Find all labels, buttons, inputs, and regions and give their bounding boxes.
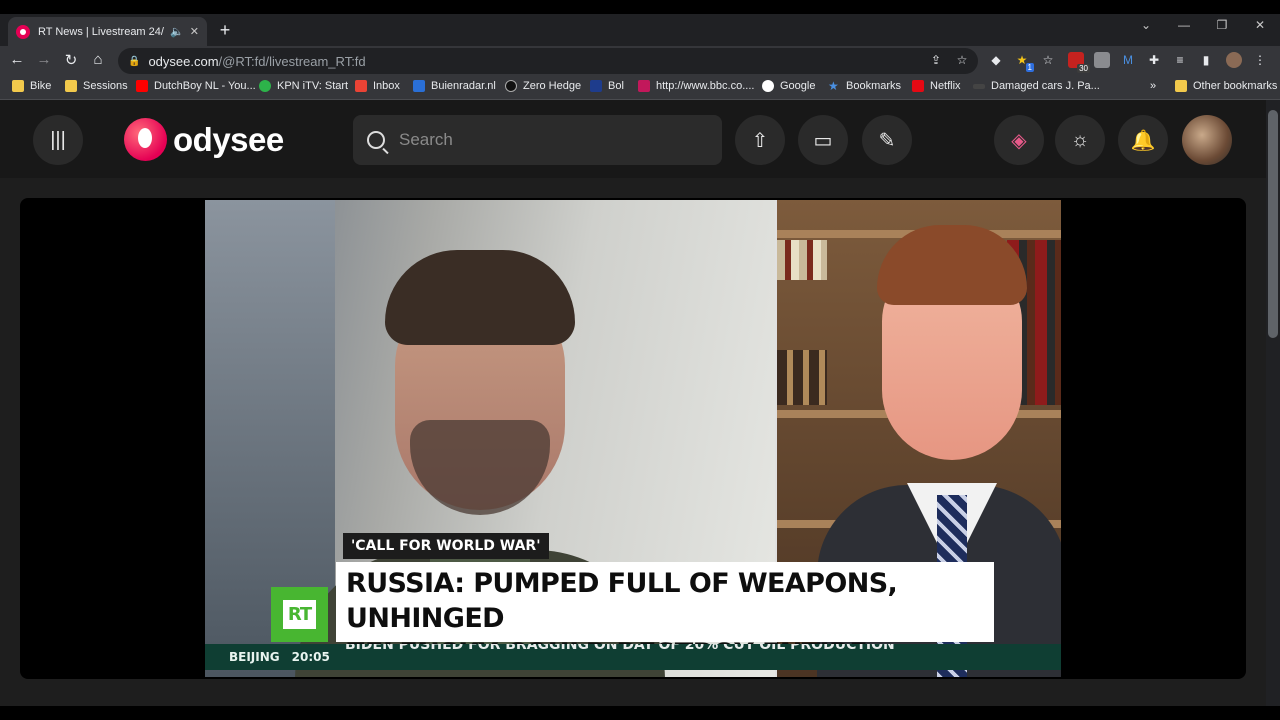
bookmark-item[interactable]: ★ Bookmarks bbox=[828, 80, 901, 92]
star-icon: ★ bbox=[828, 79, 839, 93]
share-icon[interactable]: ⇪ bbox=[928, 52, 944, 68]
news-tagline: 'CALL FOR WORLD WAR' bbox=[343, 533, 549, 559]
netflix-icon bbox=[912, 80, 924, 92]
go-live-camera-icon[interactable]: ▭ bbox=[798, 115, 848, 165]
bbc-icon bbox=[638, 80, 650, 92]
odysee-header: ||| odysee ⇧ ▭ ✎ ◈ ☼ 🔔 bbox=[0, 100, 1266, 178]
bookmark-item[interactable]: Inbox bbox=[355, 80, 400, 92]
url-path: /@RT:fd/livestream_RT:fd bbox=[218, 53, 366, 69]
kebab-menu-icon[interactable]: ⋮ bbox=[1252, 52, 1268, 68]
upload-icon[interactable]: ⇧ bbox=[735, 115, 785, 165]
home-icon[interactable]: ⌂ bbox=[87, 51, 109, 68]
bol-icon bbox=[590, 80, 602, 92]
tab-title: RT News | Livestream 24/7 bbox=[38, 25, 165, 38]
ublock-badge: 30 bbox=[1077, 64, 1090, 73]
ublock-icon[interactable]: 30 bbox=[1068, 52, 1090, 73]
tab-strip: RT News | Livestream 24/7 🔈 ✕ + ⌄ — ❐ ✕ bbox=[0, 14, 1280, 46]
search-bar[interactable] bbox=[353, 115, 722, 165]
bookmarks-bar: Bike Sessions DutchBoy NL - You... KPN i… bbox=[0, 76, 1280, 100]
notifications-bell-icon[interactable]: 🔔 bbox=[1118, 115, 1168, 165]
extension-badge: 1 bbox=[1025, 63, 1034, 72]
odysee-logo[interactable]: odysee bbox=[124, 118, 284, 161]
ticker-time: 20:05 bbox=[291, 650, 330, 664]
bookmark-item[interactable]: Bike bbox=[12, 80, 51, 92]
address-bar[interactable]: 🔒 odysee.com/@RT:fd/livestream_RT:fd bbox=[118, 48, 978, 74]
video-player[interactable]: 'CALL FOR WORLD WAR' RT RUSSIA: PUMPED F… bbox=[20, 198, 1246, 679]
menu-hamburger-icon[interactable]: ||| bbox=[33, 115, 83, 165]
outline-star-icon[interactable]: ☆ bbox=[1040, 52, 1056, 68]
headline-line-1: RUSSIA: PUMPED FULL OF WEAPONS, UNHINGED bbox=[346, 568, 898, 634]
odysee-mascot-icon bbox=[124, 118, 167, 161]
media-queue-icon[interactable]: ≡ bbox=[1172, 52, 1188, 68]
reload-icon[interactable]: ↻ bbox=[60, 51, 82, 69]
side-panel-icon[interactable]: ▮ bbox=[1198, 52, 1214, 68]
bookmark-item[interactable]: Bol bbox=[590, 80, 624, 92]
new-tab-button[interactable]: + bbox=[214, 20, 236, 41]
buienradar-icon bbox=[413, 80, 425, 92]
search-input[interactable] bbox=[399, 130, 699, 150]
minimize-button[interactable]: — bbox=[1166, 18, 1202, 32]
profile-avatar-icon[interactable] bbox=[1226, 52, 1242, 68]
user-avatar[interactable] bbox=[1182, 115, 1232, 165]
rt-logo: RT bbox=[271, 587, 328, 642]
folder-icon bbox=[12, 80, 24, 92]
folder-icon bbox=[65, 80, 77, 92]
bookmark-item[interactable]: KPN iTV: Start bbox=[259, 80, 348, 92]
grey-extension-icon[interactable] bbox=[1094, 52, 1110, 68]
other-bookmarks[interactable]: Other bookmarks bbox=[1175, 80, 1277, 92]
car-icon bbox=[973, 83, 985, 89]
close-tab-icon[interactable]: ✕ bbox=[190, 25, 199, 38]
google-icon bbox=[762, 80, 774, 92]
bookmark-item[interactable]: Netflix bbox=[912, 80, 961, 92]
bookmark-item[interactable]: Sessions bbox=[65, 80, 128, 92]
logo-text: odysee bbox=[173, 120, 284, 158]
ticker-city: BEIJING bbox=[229, 650, 280, 664]
malwarebytes-icon[interactable]: M bbox=[1120, 52, 1136, 68]
livestream-video[interactable]: 'CALL FOR WORLD WAR' RT RUSSIA: PUMPED F… bbox=[205, 200, 1061, 677]
speaker-icon[interactable]: 🔈 bbox=[170, 25, 184, 38]
bookmark-item[interactable]: Damaged cars J. Pa... bbox=[973, 80, 1100, 92]
bookmark-star-icon[interactable]: ☆ bbox=[954, 52, 970, 68]
scrollbar-thumb[interactable] bbox=[1268, 110, 1278, 338]
lock-icon: 🔒 bbox=[128, 55, 141, 67]
folder-icon bbox=[1175, 80, 1187, 92]
bookmark-item[interactable]: Buienradar.nl bbox=[413, 80, 496, 92]
browser-toolbar: ← → ↻ ⌂ 🔒 odysee.com/@RT:fd/livestream_R… bbox=[0, 46, 1280, 76]
wallet-icon[interactable]: ◈ bbox=[994, 115, 1044, 165]
theme-sun-icon[interactable]: ☼ bbox=[1055, 115, 1105, 165]
bookmark-item[interactable]: Google bbox=[762, 80, 815, 92]
forward-arrow-icon[interactable]: → bbox=[33, 51, 55, 68]
rt-logo-text: RT bbox=[282, 600, 317, 629]
bookmark-item[interactable]: http://www.bbc.co.... bbox=[638, 80, 754, 92]
restore-button[interactable]: ❐ bbox=[1204, 18, 1240, 32]
page-scrollbar[interactable] bbox=[1266, 100, 1280, 706]
page-content: 'CALL FOR WORLD WAR' RT RUSSIA: PUMPED F… bbox=[0, 178, 1266, 706]
bookmark-item[interactable]: Zero Hedge bbox=[505, 80, 581, 92]
bookmark-item[interactable]: DutchBoy NL - You... bbox=[136, 80, 256, 92]
extension-star-icon[interactable]: ★ 1 bbox=[1014, 52, 1034, 72]
bookmarks-overflow-button[interactable]: » bbox=[1150, 80, 1156, 92]
zerohedge-icon bbox=[505, 80, 517, 92]
kpn-icon bbox=[259, 80, 271, 92]
browser-window: RT News | Livestream 24/7 🔈 ✕ + ⌄ — ❐ ✕ … bbox=[0, 14, 1280, 706]
tab-active[interactable]: RT News | Livestream 24/7 🔈 ✕ bbox=[8, 17, 207, 46]
news-ticker: BEIJING 20:05 BIDEN PUSHED FOR BRAGGING … bbox=[205, 644, 1061, 670]
url-host: odysee.com bbox=[148, 53, 219, 69]
back-arrow-icon[interactable]: ← bbox=[6, 51, 28, 68]
post-feather-icon[interactable]: ✎ bbox=[862, 115, 912, 165]
odysee-favicon-icon bbox=[16, 24, 30, 39]
search-icon bbox=[367, 131, 385, 149]
news-headline: RUSSIA: PUMPED FULL OF WEAPONS, UNHINGED… bbox=[336, 562, 994, 677]
dropbox-icon[interactable]: ◆ bbox=[988, 52, 1004, 68]
gmail-icon bbox=[355, 80, 367, 92]
extensions-puzzle-icon[interactable]: ✚ bbox=[1146, 52, 1162, 68]
close-window-button[interactable]: ✕ bbox=[1242, 18, 1278, 32]
youtube-icon bbox=[136, 80, 148, 92]
tab-search-icon[interactable]: ⌄ bbox=[1128, 18, 1164, 32]
